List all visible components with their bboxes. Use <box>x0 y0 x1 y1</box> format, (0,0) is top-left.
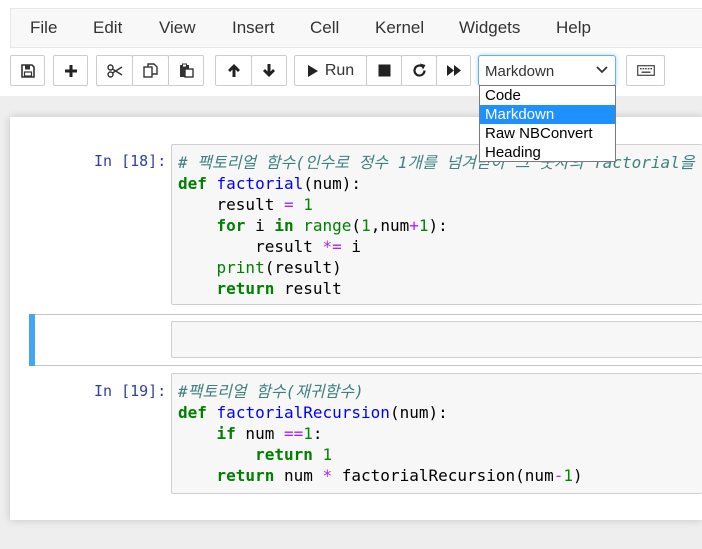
cell-type-dropdown-list: Code Markdown Raw NBConvert Heading <box>479 85 616 162</box>
move-down-button[interactable] <box>251 55 287 86</box>
copy-icon <box>143 63 158 78</box>
code-comment: # 팩토리얼 함수(인수로 정수 1개를 넘겨받아 그 숫자의 factoria… <box>178 153 702 172</box>
copy-button[interactable] <box>132 55 169 86</box>
menu-insert[interactable]: Insert <box>232 18 275 38</box>
cell-type-option-heading[interactable]: Heading <box>480 143 615 162</box>
move-up-button[interactable] <box>215 55 252 86</box>
code-line: def factorialRecursion(num): <box>178 403 448 422</box>
code-comment: #팩토리얼 함수(재귀함수) <box>178 382 364 401</box>
move-group <box>215 55 287 86</box>
play-icon <box>307 64 318 77</box>
save-icon <box>20 63 35 78</box>
code-line: for i in range(1,num+1): <box>216 216 448 235</box>
paste-button[interactable] <box>168 55 204 86</box>
insert-cell-below-button[interactable] <box>53 55 88 86</box>
code-cell-editor[interactable]: #팩토리얼 함수(재귀함수) def factorialRecursion(nu… <box>171 373 702 494</box>
menu-help[interactable]: Help <box>556 18 591 38</box>
code-line: return 1 <box>255 445 333 464</box>
code-line: #팩토리얼 함수(재귀함수) <box>178 381 364 402</box>
cell-type-option-markdown[interactable]: Markdown <box>480 105 615 124</box>
stop-icon <box>378 64 390 77</box>
restart-button[interactable] <box>401 55 437 86</box>
run-label: Run <box>324 61 355 79</box>
cell-prompt: In [19]: <box>94 382 167 400</box>
save-button[interactable] <box>10 55 45 86</box>
menu-widgets[interactable]: Widgets <box>459 18 520 38</box>
code-line: result = 1 <box>178 195 313 214</box>
keyboard-group <box>626 55 665 86</box>
code-line: # 팩토리얼 함수(인수로 정수 1개를 넘겨받아 그 숫자의 factoria… <box>178 152 702 173</box>
cell-prompt: In [18]: <box>94 152 167 170</box>
command-palette-button[interactable] <box>626 55 665 86</box>
code-line: return num * factorialRecursion(num-1) <box>216 466 583 485</box>
paste-icon <box>179 63 194 78</box>
restart-run-all-button[interactable] <box>436 55 471 86</box>
cell-type-option-code[interactable]: Code <box>480 86 615 105</box>
arrow-down-icon <box>263 64 275 77</box>
notebook-header: File Edit View Insert Cell Kernel Widget… <box>0 0 702 96</box>
cell-type-selected-value: Markdown <box>485 63 555 80</box>
selected-cell-indicator <box>29 314 35 366</box>
code-line: def factorial(num): <box>178 174 362 193</box>
scissors-icon <box>106 63 122 78</box>
save-group <box>10 55 45 86</box>
code-line: print(result) <box>216 258 342 277</box>
clipboard-group <box>96 55 204 86</box>
code-line: return result <box>216 279 342 298</box>
fast-forward-icon <box>446 65 461 76</box>
code-line: result *= i <box>178 237 362 256</box>
interrupt-button[interactable] <box>366 55 402 86</box>
cut-button[interactable] <box>96 55 133 86</box>
insert-group <box>53 55 88 86</box>
cell-type-select[interactable]: Markdown <box>478 55 616 86</box>
arrow-up-icon <box>227 64 240 77</box>
menu-edit[interactable]: Edit <box>93 18 122 38</box>
code-cell-editor[interactable]: # 팩토리얼 함수(인수로 정수 1개를 넘겨받아 그 숫자의 factoria… <box>171 144 702 305</box>
menu-cell[interactable]: Cell <box>310 18 339 38</box>
plus-icon <box>64 64 77 77</box>
run-group: Run <box>294 55 471 86</box>
menu-file[interactable]: File <box>30 18 57 38</box>
restart-icon <box>412 63 426 77</box>
cell-type-option-raw-nbconvert[interactable]: Raw NBConvert <box>480 124 615 143</box>
empty-cell-editor[interactable] <box>171 321 702 358</box>
menu-view[interactable]: View <box>159 18 196 38</box>
run-button[interactable]: Run <box>294 55 367 86</box>
code-line: if num ==1: <box>216 424 323 443</box>
menu-bar: File Edit View Insert Cell Kernel Widget… <box>10 8 702 48</box>
menu-kernel[interactable]: Kernel <box>375 18 424 38</box>
chevron-down-icon <box>596 66 608 74</box>
keyboard-icon <box>636 65 655 76</box>
